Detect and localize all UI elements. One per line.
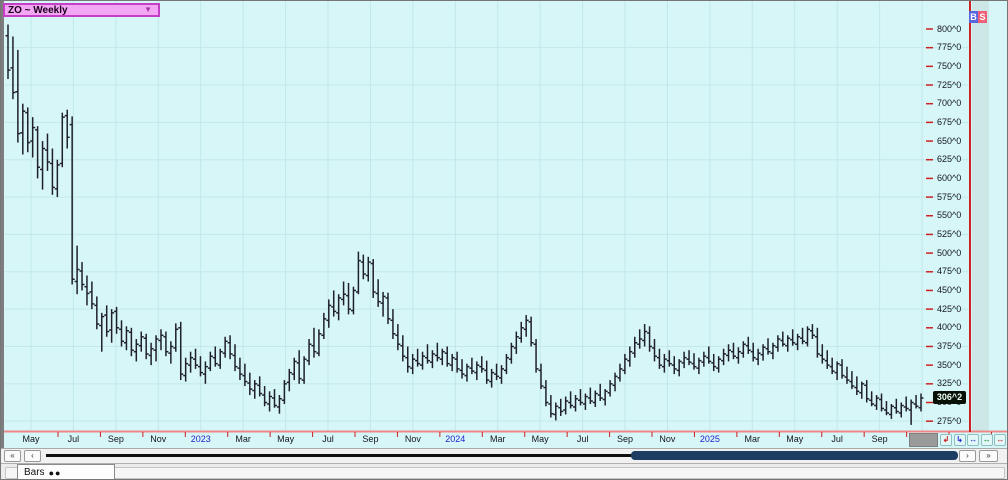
- nav-expand-blue-button[interactable]: ↔: [967, 434, 979, 446]
- price-tick-label: 450^0: [937, 285, 961, 295]
- price-tick-label: 275^0: [937, 416, 961, 426]
- chart-window: ZO ~ Weekly ▼ B S 800^0 775^0 750^0 725^0 70…: [0, 0, 1008, 480]
- price-tick-label: 325^0: [937, 378, 961, 388]
- time-axis-current-handle[interactable]: [909, 433, 938, 447]
- tab-bars-label: Bars: [24, 467, 45, 478]
- price-tick-label: 725^0: [937, 80, 961, 90]
- time-month-label: Nov: [150, 434, 166, 444]
- nav-corner-left-red-button[interactable]: ↲: [940, 434, 952, 446]
- price-chart[interactable]: [1, 1, 1008, 448]
- price-tick-label: 750^0: [937, 61, 961, 71]
- time-month-label: Sep: [108, 434, 124, 444]
- time-month-label: Jul: [322, 434, 334, 444]
- nav-expand-green-button[interactable]: ↔: [981, 434, 993, 446]
- symbol-timeframe-dropdown[interactable]: ZO ~ Weekly ▼: [3, 3, 160, 17]
- status-tab-bar: Bars ●●: [1, 463, 1008, 480]
- chevron-down-icon: ▼: [144, 5, 152, 14]
- price-tick-label: 600^0: [937, 173, 961, 183]
- price-tick-label: 800^0: [937, 24, 961, 34]
- time-month-label: Mar: [745, 434, 761, 444]
- window-left-border: [1, 1, 4, 448]
- symbol-timeframe-label: ZO ~ Weekly: [5, 5, 68, 16]
- time-month-label: May: [786, 434, 803, 444]
- price-tick-label: 675^0: [937, 117, 961, 127]
- scroll-far-right-button[interactable]: »: [979, 450, 998, 462]
- price-tick-label: 375^0: [937, 341, 961, 351]
- time-month-label: Nov: [659, 434, 675, 444]
- time-month-label: Sep: [872, 434, 888, 444]
- price-tick-label: 525^0: [937, 229, 961, 239]
- price-tick-label: 500^0: [937, 248, 961, 258]
- bars-circles-icon: ●●: [49, 468, 62, 478]
- time-year-label: 2023: [191, 434, 211, 444]
- sell-button[interactable]: S: [978, 11, 987, 23]
- status-groove: [5, 467, 1005, 479]
- time-month-label: Sep: [362, 434, 378, 444]
- scroll-left-button[interactable]: ‹: [24, 450, 41, 462]
- time-month-label: Nov: [405, 434, 421, 444]
- horizontal-scrollbar: « ‹ › »: [1, 448, 1008, 463]
- price-tick-label: 400^0: [937, 322, 961, 332]
- nav-expand-red-button[interactable]: ↔: [994, 434, 1006, 446]
- scrollbar-thumb[interactable]: [631, 451, 958, 460]
- last-price-marker: 306^2: [933, 391, 966, 404]
- nav-corner-right-blue-button[interactable]: ↳: [954, 434, 966, 446]
- tab-bars[interactable]: Bars ●●: [17, 464, 115, 480]
- time-month-label: May: [532, 434, 549, 444]
- time-year-label: 2024: [445, 434, 465, 444]
- price-tick-label: 425^0: [937, 304, 961, 314]
- time-month-label: Jul: [68, 434, 80, 444]
- time-year-label: 2025: [700, 434, 720, 444]
- scroll-far-left-button[interactable]: «: [4, 450, 21, 462]
- price-tick-label: 475^0: [937, 266, 961, 276]
- buy-button[interactable]: B: [969, 11, 978, 23]
- time-month-label: Mar: [235, 434, 251, 444]
- time-month-label: Jul: [577, 434, 589, 444]
- time-month-label: Jul: [831, 434, 843, 444]
- time-month-label: May: [277, 434, 294, 444]
- price-tick-label: 650^0: [937, 136, 961, 146]
- time-month-label: Mar: [490, 434, 506, 444]
- price-tick-label: 550^0: [937, 210, 961, 220]
- price-tick-label: 350^0: [937, 360, 961, 370]
- price-tick-label: 625^0: [937, 154, 961, 164]
- scroll-right-button[interactable]: ›: [959, 450, 976, 462]
- time-month-label: Sep: [617, 434, 633, 444]
- price-tick-label: 700^0: [937, 98, 961, 108]
- price-tick-label: 775^0: [937, 42, 961, 52]
- price-tick-label: 575^0: [937, 192, 961, 202]
- time-month-label: May: [22, 434, 39, 444]
